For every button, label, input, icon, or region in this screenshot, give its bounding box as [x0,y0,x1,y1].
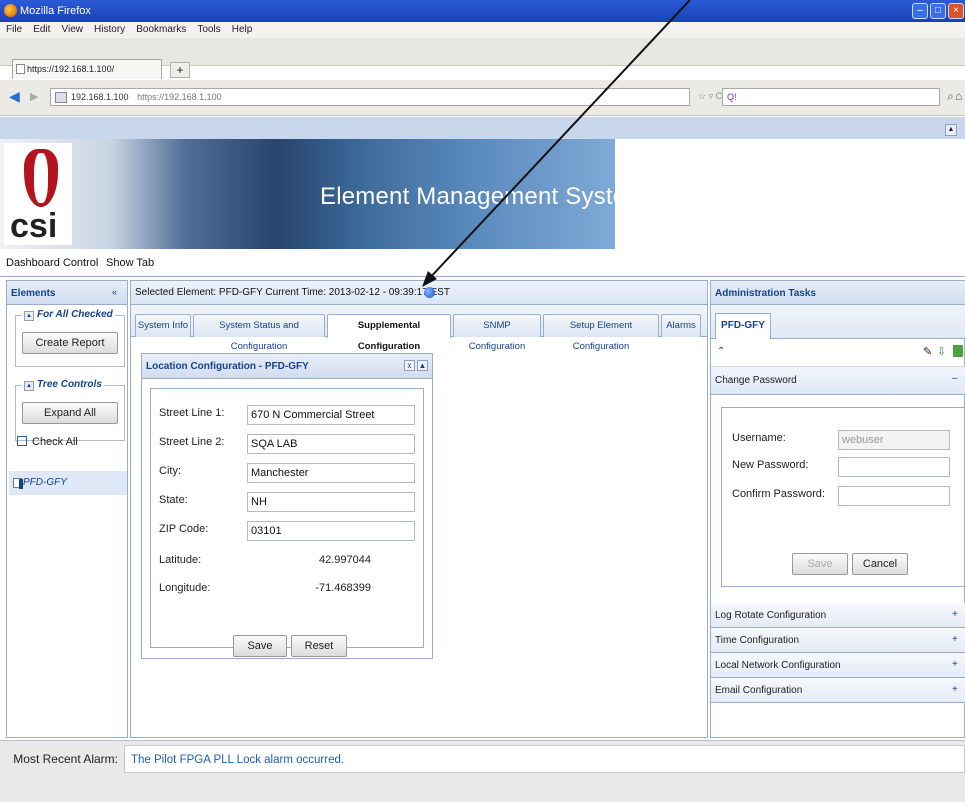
annotation-arrow [422,0,691,287]
